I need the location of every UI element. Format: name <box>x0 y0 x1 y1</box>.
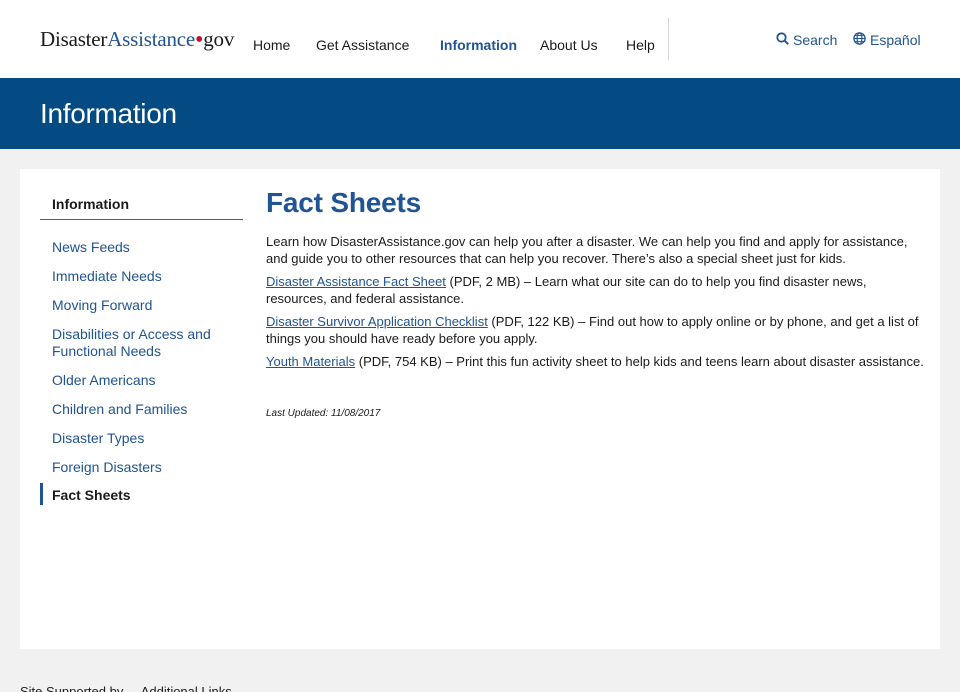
sidebar-divider <box>40 219 243 220</box>
sidebar-item-disabilities[interactable]: Disabilities or Access and Functional Ne… <box>52 326 232 360</box>
document-item: Youth Materials (PDF, 754 KB) – Print th… <box>266 353 926 370</box>
site-logo[interactable]: DisasterAssistance•gov <box>40 27 234 52</box>
nav-information[interactable]: Information <box>440 37 517 53</box>
sidebar-item-moving-forward[interactable]: Moving Forward <box>52 297 232 314</box>
document-description: (PDF, 754 KB) – Print this fun activity … <box>355 354 924 369</box>
language-toggle[interactable]: Español <box>853 32 921 48</box>
page-title: Fact Sheets <box>266 187 421 218</box>
document-item: Disaster Survivor Application Checklist … <box>266 313 926 347</box>
banner-title: Information <box>40 98 177 129</box>
logo-text-disaster: Disaster <box>40 27 108 51</box>
logo-text-assistance: Assistance <box>107 27 196 51</box>
nav-help[interactable]: Help <box>626 37 655 53</box>
content-panel: Information News Feeds Immediate Needs M… <box>20 169 940 649</box>
youth-materials-link[interactable]: Youth Materials <box>266 354 355 369</box>
globe-icon <box>853 32 870 48</box>
search-button[interactable]: Search <box>776 32 837 48</box>
search-label: Search <box>793 32 838 48</box>
sidebar-title: Information <box>52 196 129 212</box>
language-label: Español <box>870 32 921 48</box>
sidebar-item-immediate-needs[interactable]: Immediate Needs <box>52 268 232 285</box>
sidebar-item-children-families[interactable]: Children and Families <box>52 401 232 418</box>
last-updated: Last Updated: 11/08/2017 <box>266 408 381 419</box>
nav-get-assistance[interactable]: Get Assistance <box>316 37 409 53</box>
nav-divider <box>668 18 669 60</box>
search-icon <box>776 32 793 48</box>
logo-dot: • <box>195 27 204 53</box>
sidebar-item-news-feeds[interactable]: News Feeds <box>52 239 232 256</box>
sidebar-current-indicator <box>40 483 43 505</box>
nav-home[interactable]: Home <box>253 37 290 53</box>
fact-sheet-link[interactable]: Disaster Assistance Fact Sheet <box>266 274 446 289</box>
site-header: DisasterAssistance•gov Home Get Assistan… <box>0 0 960 78</box>
sidebar-item-foreign-disasters[interactable]: Foreign Disasters <box>52 459 232 476</box>
sidebar-item-older-americans[interactable]: Older Americans <box>52 372 232 389</box>
main-content: Fact Sheets Learn how DisasterAssistance… <box>266 187 926 419</box>
nav-about-us[interactable]: About Us <box>540 37 598 53</box>
intro-text: Learn how DisasterAssistance.gov can hel… <box>266 234 908 266</box>
logo-text-gov: gov <box>203 27 235 51</box>
sidebar-item-fact-sheets[interactable]: Fact Sheets <box>52 487 232 504</box>
sidebar-item-disaster-types[interactable]: Disaster Types <box>52 430 232 447</box>
application-checklist-link[interactable]: Disaster Survivor Application Checklist <box>266 314 488 329</box>
document-item: Disaster Assistance Fact Sheet (PDF, 2 M… <box>266 273 926 307</box>
footer-links[interactable]: Site Supported by ... Additional Links <box>20 684 232 692</box>
page-banner: Information <box>0 78 960 149</box>
